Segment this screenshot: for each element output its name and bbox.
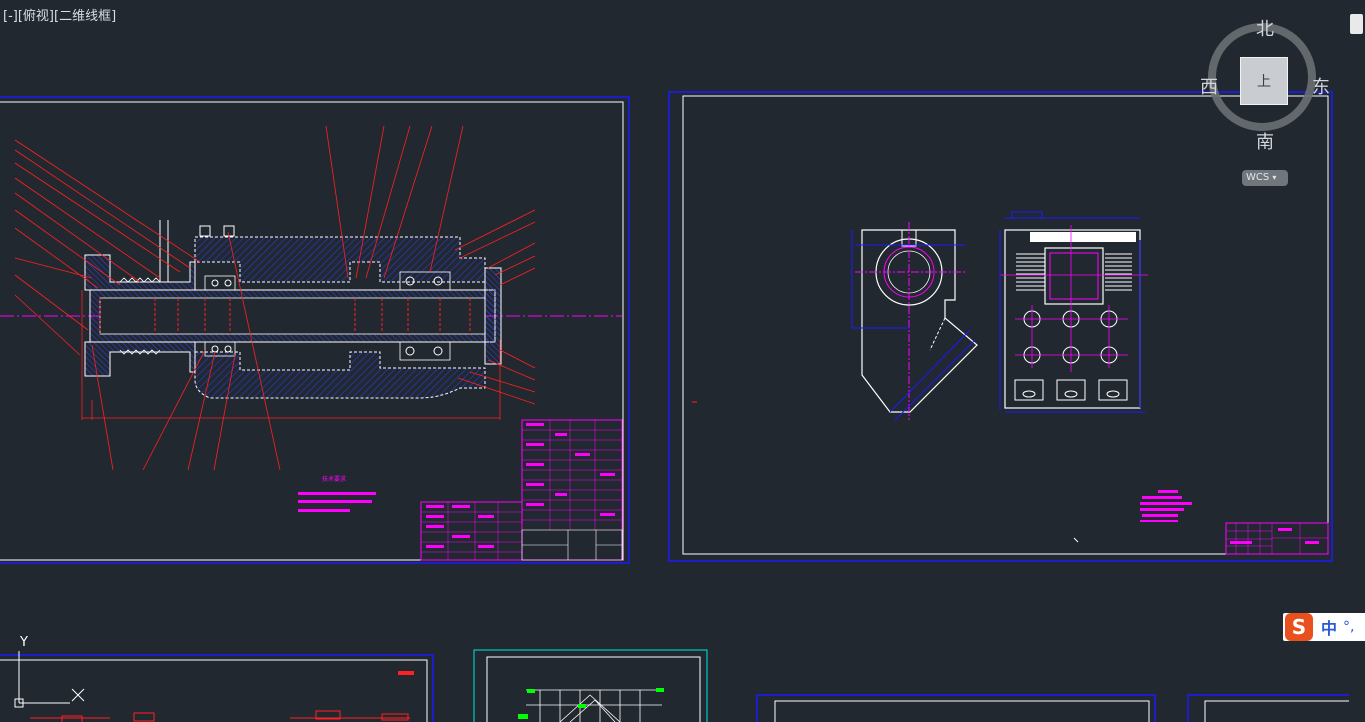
- title-block-assembly: [420, 419, 623, 561]
- ucs-icon: [14, 651, 85, 708]
- viewport-controls[interactable]: [-][俯视][二维线框]: [3, 5, 116, 24]
- drawing-canvas[interactable]: 技术要求 Y: [0, 0, 1365, 722]
- compass-west[interactable]: 西: [1200, 73, 1218, 99]
- viewcube[interactable]: 上 北 南 西 东 WCS ▾: [1198, 15, 1338, 190]
- compass-south[interactable]: 南: [1256, 128, 1274, 154]
- wcs-menu-button[interactable]: WCS ▾: [1242, 170, 1288, 186]
- view-control[interactable]: [俯视]: [18, 9, 54, 24]
- visual-style-control[interactable]: [二维线框]: [54, 9, 116, 24]
- wcs-label: WCS: [1246, 172, 1270, 183]
- tech-note-lines: [298, 492, 376, 512]
- spindle-housing: [84, 220, 502, 399]
- chevron-down-icon: ▾: [1272, 173, 1277, 182]
- bracket-note-block: [1140, 490, 1192, 522]
- ime-mode-toggle[interactable]: 中: [1321, 615, 1337, 639]
- ime-toolbar[interactable]: S 中 °,: [1283, 613, 1365, 641]
- compass-north[interactable]: 北: [1256, 15, 1274, 41]
- ucs-y-label: Y: [19, 635, 28, 650]
- compass-east[interactable]: 东: [1312, 73, 1330, 99]
- tech-note-title: 技术要求: [322, 475, 346, 483]
- drawing-sheet-bottom-right-1[interactable]: [756, 694, 1156, 722]
- ime-punctuation-toggle[interactable]: °,: [1343, 619, 1354, 635]
- drawing-sheet-bottom-left[interactable]: [0, 654, 434, 722]
- drawing-sheet-bottom-middle[interactable]: [473, 649, 708, 722]
- bracket-front-view: [851, 222, 978, 421]
- drawing-sheet-assembly[interactable]: 技术要求: [0, 96, 630, 564]
- viewcube-top-face[interactable]: 上: [1240, 57, 1288, 105]
- title-block-bracket: [1225, 522, 1329, 555]
- scrollbar-thumb[interactable]: [1350, 14, 1363, 34]
- bracket-side-view: [999, 211, 1148, 413]
- sogou-logo-icon[interactable]: S: [1285, 613, 1313, 641]
- drawing-sheet-bottom-right-2[interactable]: [1187, 694, 1365, 722]
- viewport-menu-control[interactable]: [-]: [3, 9, 18, 24]
